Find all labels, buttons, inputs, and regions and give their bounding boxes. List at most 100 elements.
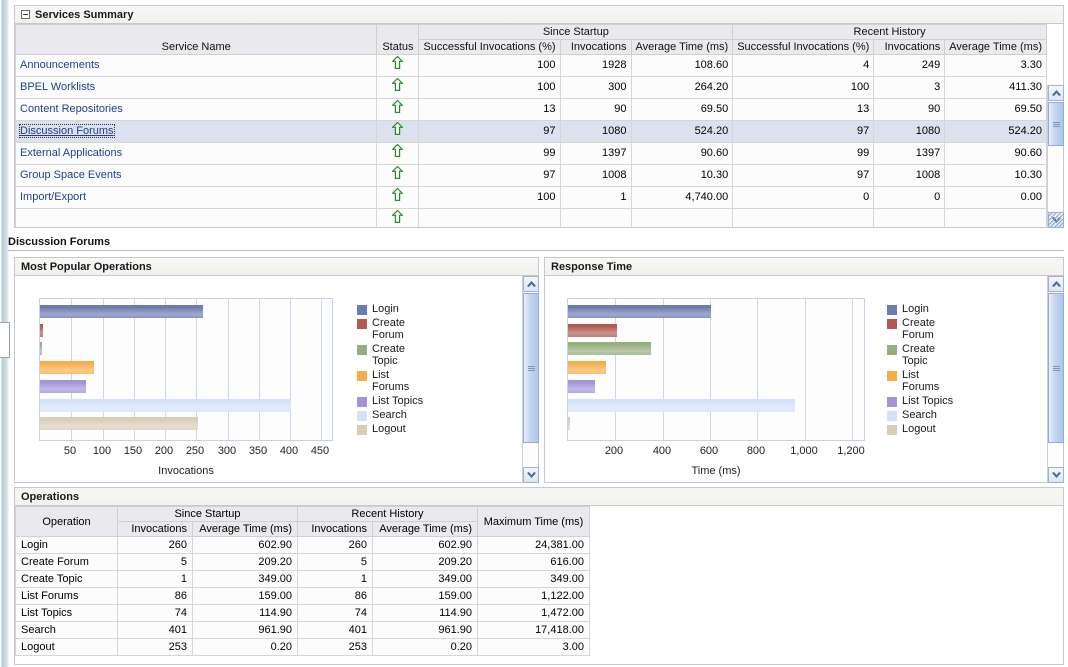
chart1-vertical-scrollbar[interactable]	[522, 276, 539, 483]
table-row[interactable]: Create Topic 1 349.00 1 349.00 349.00	[15, 570, 590, 588]
ss-successful-pct-cell: 100	[418, 186, 561, 209]
service-name-cell[interactable]: Discussion Forums	[15, 120, 378, 143]
service-name-cell[interactable]	[15, 208, 378, 227]
table-row[interactable]: Login 260 602.90 260 602.90 24,381.00	[15, 536, 590, 554]
bar-create-topic[interactable]	[40, 342, 42, 355]
c3	[630, 208, 734, 227]
service-link[interactable]: Import/Export	[20, 191, 86, 203]
legend-swatch-icon	[887, 371, 897, 381]
th-ss-average-time[interactable]: Average Time (ms)	[630, 39, 734, 55]
bar-list-forums[interactable]	[40, 361, 94, 374]
th-rh-successful-pct[interactable]: Successful Invocations (%)	[732, 39, 875, 55]
table-row[interactable]: List Forums 86 159.00 86 159.00 1,122.00	[15, 587, 590, 605]
scrollbar-thumb[interactable]	[1048, 102, 1064, 146]
scroll-up-button[interactable]	[1048, 85, 1064, 101]
table-row[interactable]: Import/Export 100 1 4,740.00 0 0 0.00	[15, 186, 1047, 209]
scrollbar-thumb[interactable]	[1048, 293, 1064, 443]
service-name-cell[interactable]: Announcements	[15, 54, 378, 77]
legend-item[interactable]: Search	[887, 409, 987, 421]
legend-item[interactable]: List Forums	[357, 369, 457, 393]
bar-list-topics[interactable]	[40, 380, 86, 393]
th-rh-invocations[interactable]: Invocations	[297, 521, 373, 537]
bar-search[interactable]	[40, 399, 291, 412]
table-row[interactable]: Search 401 961.90 401 961.90 17,418.00	[15, 621, 590, 639]
operations-group-header-row: Operation Since Startup Recent History M…	[15, 506, 590, 537]
legend-item[interactable]: List Topics	[887, 395, 987, 407]
table-row[interactable]: Content Repositories 13 90 69.50 13 90 69.50	[15, 98, 1047, 121]
legend-item[interactable]: Logout	[887, 423, 987, 435]
resize-grip-icon[interactable]	[1048, 212, 1064, 228]
legend-item[interactable]: Create Forum	[887, 317, 987, 341]
collapse-minus-icon[interactable]	[21, 10, 30, 19]
status-up-arrow-icon	[392, 56, 404, 69]
maximum-time-cell: 3.00	[477, 638, 590, 656]
services-summary-header[interactable]: Services Summary	[15, 6, 1063, 24]
bar-login[interactable]	[40, 305, 203, 318]
service-link[interactable]: External Applications	[20, 147, 122, 159]
table-row[interactable]: Announcements 100 1928 108.60 4 249 3.30	[15, 54, 1047, 77]
ss-successful-pct-cell: 100	[418, 76, 561, 99]
legend-item[interactable]: Create Topic	[357, 343, 457, 367]
table-row[interactable]: Discussion Forums 97 1080 524.20 97 1080 524.2…	[15, 120, 1047, 143]
service-name-cell[interactable]: Import/Export	[15, 186, 378, 209]
th-maximum-time[interactable]: Maximum Time (ms)	[477, 506, 590, 537]
status-up-arrow-icon	[392, 100, 404, 113]
th-rh-average-time[interactable]: Average Time (ms)	[372, 521, 478, 537]
bar-logout[interactable]	[568, 417, 570, 430]
table-row[interactable]: Create Forum 5 209.20 5 209.20 616.00	[15, 553, 590, 571]
table-row[interactable]: BPEL Worklists 100 300 264.20 100 3 411.30	[15, 76, 1047, 99]
table-row-partial[interactable]	[15, 208, 1047, 227]
service-name-cell[interactable]: External Applications	[15, 142, 378, 165]
service-link[interactable]: Content Repositories	[20, 103, 123, 115]
legend-item[interactable]: List Forums	[887, 369, 987, 393]
ss-invocations-cell: 86	[117, 587, 193, 605]
services-vertical-scrollbar[interactable]	[1047, 85, 1064, 228]
scroll-up-button[interactable]	[1048, 276, 1064, 292]
scroll-down-button[interactable]	[1048, 467, 1064, 483]
chart2-vertical-scrollbar[interactable]	[1047, 276, 1064, 483]
maximum-time-cell: 1,472.00	[477, 604, 590, 622]
service-name-cell[interactable]: Content Repositories	[15, 98, 378, 121]
th-rh-average-time[interactable]: Average Time (ms)	[944, 39, 1047, 55]
bar-create-forum[interactable]	[568, 324, 617, 337]
service-link[interactable]: Announcements	[20, 59, 100, 71]
bar-login[interactable]	[568, 305, 711, 318]
th-ss-successful-pct[interactable]: Successful Invocations (%)	[418, 39, 561, 55]
bar-create-forum[interactable]	[40, 324, 43, 337]
scrollbar-thumb[interactable]	[523, 293, 539, 443]
service-link[interactable]: BPEL Worklists	[20, 81, 95, 93]
status-cell	[376, 186, 420, 209]
table-row[interactable]: Group Space Events 97 1008 10.30 97 1008 10.30	[15, 164, 1047, 187]
bar-list-forums[interactable]	[568, 361, 606, 374]
th-ss-invocations[interactable]: Invocations	[559, 39, 632, 55]
scroll-down-button[interactable]	[523, 467, 539, 483]
th-operation[interactable]: Operation	[15, 506, 118, 537]
table-row[interactable]: Logout 253 0.20 253 0.20 3.00	[15, 638, 590, 656]
th-service-name[interactable]: Service Name	[15, 24, 378, 55]
maximum-time-cell: 17,418.00	[477, 621, 590, 639]
legend-item[interactable]: Logout	[357, 423, 457, 435]
legend-item[interactable]: Login	[357, 303, 457, 315]
legend-item[interactable]: Login	[887, 303, 987, 315]
th-status[interactable]: Status	[376, 24, 420, 55]
service-name-cell[interactable]: BPEL Worklists	[15, 76, 378, 99]
bar-search[interactable]	[568, 399, 795, 412]
scroll-up-button[interactable]	[523, 276, 539, 292]
legend-item[interactable]: Create Forum	[357, 317, 457, 341]
th-group-since-startup: Since Startup	[117, 506, 298, 522]
th-ss-average-time[interactable]: Average Time (ms)	[192, 521, 298, 537]
bar-logout[interactable]	[40, 417, 198, 430]
legend-item[interactable]: Create Topic	[887, 343, 987, 367]
th-ss-invocations[interactable]: Invocations	[117, 521, 193, 537]
table-row[interactable]: External Applications 99 1397 90.60 99 1397 90…	[15, 142, 1047, 165]
th-rh-invocations[interactable]: Invocations	[873, 39, 946, 55]
legend-item[interactable]: Search	[357, 409, 457, 421]
bar-create-topic[interactable]	[568, 342, 651, 355]
legend-item[interactable]: List Topics	[357, 395, 457, 407]
rh-invocations-cell: 260	[297, 536, 373, 554]
service-name-cell[interactable]: Group Space Events	[15, 164, 378, 187]
table-row[interactable]: List Topics 74 114.90 74 114.90 1,472.00	[15, 604, 590, 622]
bar-list-topics[interactable]	[568, 380, 595, 393]
service-link[interactable]: Discussion Forums	[19, 124, 115, 138]
service-link[interactable]: Group Space Events	[20, 169, 122, 181]
